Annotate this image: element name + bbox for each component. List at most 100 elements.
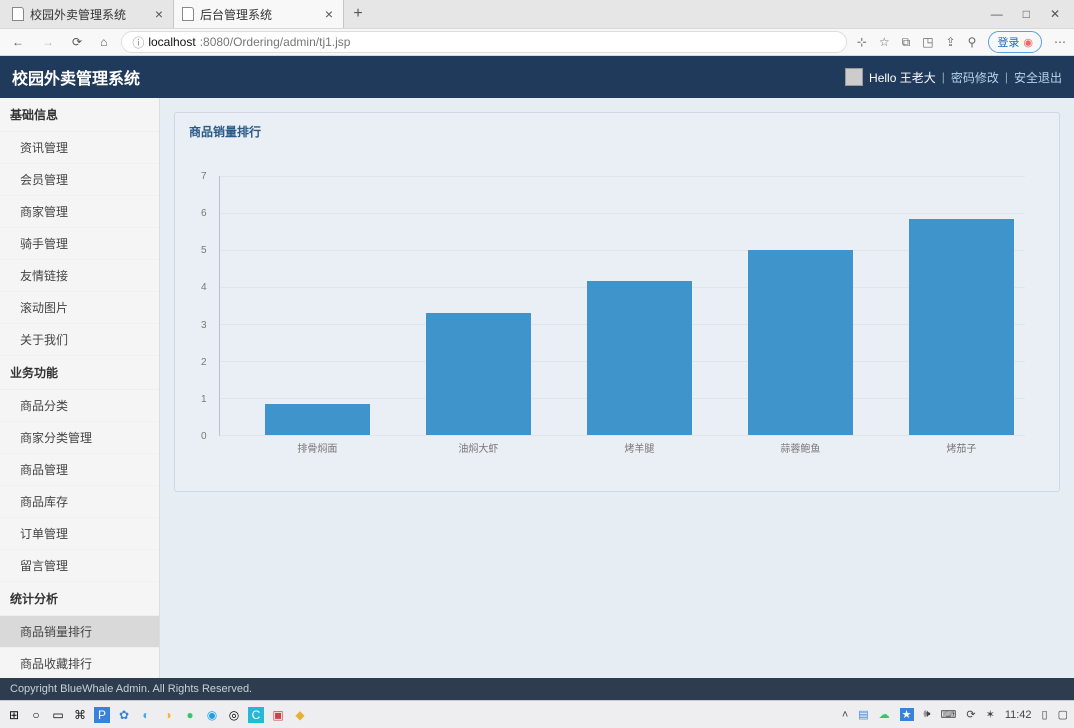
tray-icon[interactable]: ☁ (879, 708, 890, 721)
new-tab-button[interactable]: + (344, 0, 372, 28)
chart-bar (587, 281, 692, 435)
edge-icon[interactable]: ◉ (204, 707, 220, 723)
tab-title: 校园外卖管理系统 (30, 6, 126, 23)
chart-bar (748, 250, 853, 435)
app-icon[interactable]: ◆ (292, 707, 308, 723)
share-icon[interactable]: ⇪ (946, 35, 956, 49)
copyright-text: Copyright BlueWhale Admin. All Rights Re… (10, 683, 252, 695)
login-button[interactable]: 登录◉ (988, 31, 1042, 53)
sidebar-item[interactable]: 订单管理 (0, 518, 159, 550)
more-icon[interactable]: ⋯ (1054, 35, 1066, 49)
sidebar-item[interactable]: 商品库存 (0, 486, 159, 518)
x-axis-label: 蒜蓉鲍鱼 (748, 440, 853, 455)
sidebar-item[interactable]: 商家分类管理 (0, 422, 159, 454)
sidebar-item[interactable]: 会员管理 (0, 164, 159, 196)
url-path: :8080/Ordering/admin/tj1.jsp (200, 35, 351, 49)
info-icon: ⓘ (132, 34, 144, 51)
tab-title: 后台管理系统 (200, 6, 272, 23)
avatar[interactable] (845, 68, 863, 86)
chrome-icon[interactable]: ◎ (226, 707, 242, 723)
chart-bar (909, 219, 1014, 435)
address-bar[interactable]: ⓘ localhost :8080/Ordering/admin/tj1.jsp (121, 31, 846, 53)
tray-icon[interactable]: ▯ (1042, 708, 1048, 721)
forward-button[interactable]: → (38, 35, 58, 49)
app-title: 校园外卖管理系统 (12, 65, 140, 89)
tab-close-icon[interactable]: × (155, 6, 163, 22)
tab-close-icon[interactable]: × (325, 6, 333, 22)
app-header: 校园外卖管理系统 Hello 王老大 | 密码修改 | 安全退出 (0, 56, 1074, 98)
sidebar-item[interactable]: 留言管理 (0, 550, 159, 582)
content-area: 商品销量排行 排骨焖面油焖大虾烤羊腿蒜蓉鲍鱼烤茄子01234567 (160, 98, 1074, 678)
app-icon[interactable]: ◐ (138, 707, 154, 723)
browser-tab-active[interactable]: 后台管理系统 × (174, 0, 344, 28)
sidebar-item[interactable]: 商品收藏排行 (0, 648, 159, 678)
tray-icon[interactable]: ▤ (858, 708, 868, 721)
x-axis-label: 排骨焖面 (265, 440, 370, 455)
bar-chart: 排骨焖面油焖大虾烤羊腿蒜蓉鲍鱼烤茄子01234567 (219, 176, 1025, 466)
toolbar-icons: ⊹ ☆ ⧉ ◳ ⇪ ⚲ 登录◉ ⋯ (857, 31, 1066, 53)
sidebar-item[interactable]: 商品分类 (0, 390, 159, 422)
chart-panel: 商品销量排行 排骨焖面油焖大虾烤羊腿蒜蓉鲍鱼烤茄子01234567 (174, 112, 1060, 492)
sidebar-item[interactable]: 滚动图片 (0, 292, 159, 324)
start-icon[interactable]: ⊞ (6, 707, 22, 723)
close-window-button[interactable]: ✕ (1050, 7, 1060, 21)
greeting-text: Hello 王老大 (869, 69, 936, 86)
sidebar-item[interactable]: 关于我们 (0, 324, 159, 356)
tray-icon[interactable]: ✶ (986, 708, 995, 721)
panel-title: 商品销量排行 (189, 123, 1045, 146)
reader-icon[interactable]: ⊹ (857, 35, 867, 49)
favorite-icon[interactable]: ☆ (879, 35, 890, 49)
sidebar-item[interactable]: 商家管理 (0, 196, 159, 228)
sidebar-item[interactable]: 骑手管理 (0, 228, 159, 260)
tray-icon[interactable]: ⌨ (940, 708, 956, 721)
back-button[interactable]: ← (8, 35, 28, 49)
x-axis-label: 烤羊腿 (587, 440, 692, 455)
system-tray: ˄ ▤ ☁ ★ 🕪 ⌨ ⟳ ✶ 11:42 ▯ ▢ (842, 708, 1068, 721)
tab-bar: 校园外卖管理系统 × 后台管理系统 × + — □ ✕ (0, 0, 1074, 28)
sidebar-item[interactable]: 商品管理 (0, 454, 159, 486)
clock[interactable]: 11:42 (1005, 709, 1032, 721)
page-icon (182, 7, 194, 21)
taskview-icon[interactable]: ▭ (50, 707, 66, 723)
minimize-button[interactable]: — (991, 7, 1003, 21)
maximize-button[interactable]: □ (1023, 7, 1030, 21)
app-footer: Copyright BlueWhale Admin. All Rights Re… (0, 678, 1074, 700)
browser-tab[interactable]: 校园外卖管理系统 × (4, 0, 174, 28)
app-icon[interactable]: C (248, 707, 264, 723)
app-icon[interactable]: ◑ (160, 707, 176, 723)
search-icon[interactable]: ○ (28, 707, 44, 723)
window-controls: — □ ✕ (991, 0, 1074, 28)
address-row: ← → ⟳ ⌂ ⓘ localhost :8080/Ordering/admin/… (0, 28, 1074, 56)
tray-icon[interactable]: ★ (900, 708, 914, 721)
tray-icon[interactable]: ⟳ (966, 708, 975, 721)
menu-section-header: 基础信息 (0, 98, 159, 132)
app-icon[interactable]: ▣ (270, 707, 286, 723)
url-host: localhost (148, 35, 195, 49)
chart-bar (426, 313, 531, 435)
sidebar-item[interactable]: 商品销量排行 (0, 616, 159, 648)
menu-section-header: 统计分析 (0, 582, 159, 616)
tray-icon[interactable]: 🕪 (924, 708, 931, 721)
notification-icon[interactable]: ▢ (1058, 708, 1068, 721)
sidebar-item[interactable]: 资讯管理 (0, 132, 159, 164)
tray-icon[interactable]: ˄ (842, 709, 848, 721)
extension-icon[interactable]: ◳ (922, 35, 933, 49)
app-icon[interactable]: ✿ (116, 707, 132, 723)
sidebar-item[interactable]: 友情链接 (0, 260, 159, 292)
change-password-link[interactable]: 密码修改 (951, 69, 999, 86)
browser-chrome: 校园外卖管理系统 × 后台管理系统 × + — □ ✕ ← → ⟳ ⌂ ⓘ lo… (0, 0, 1074, 56)
x-axis-label: 油焖大虾 (426, 440, 531, 455)
app-icon[interactable]: ⌘ (72, 707, 88, 723)
menu-section-header: 业务功能 (0, 356, 159, 390)
collections-icon[interactable]: ⧉ (902, 35, 911, 50)
x-axis-label: 烤茄子 (909, 440, 1014, 455)
app-icon[interactable]: P (94, 707, 110, 723)
chart-bar (265, 404, 370, 435)
home-button[interactable]: ⌂ (96, 35, 111, 49)
refresh-button[interactable]: ⟳ (68, 35, 86, 49)
sidebar: 基础信息资讯管理会员管理商家管理骑手管理友情链接滚动图片关于我们业务功能商品分类… (0, 98, 160, 678)
app-icon[interactable]: ● (182, 707, 198, 723)
logout-link[interactable]: 安全退出 (1014, 69, 1062, 86)
main-layout: 基础信息资讯管理会员管理商家管理骑手管理友情链接滚动图片关于我们业务功能商品分类… (0, 98, 1074, 678)
account-icon[interactable]: ⚲ (968, 35, 977, 49)
